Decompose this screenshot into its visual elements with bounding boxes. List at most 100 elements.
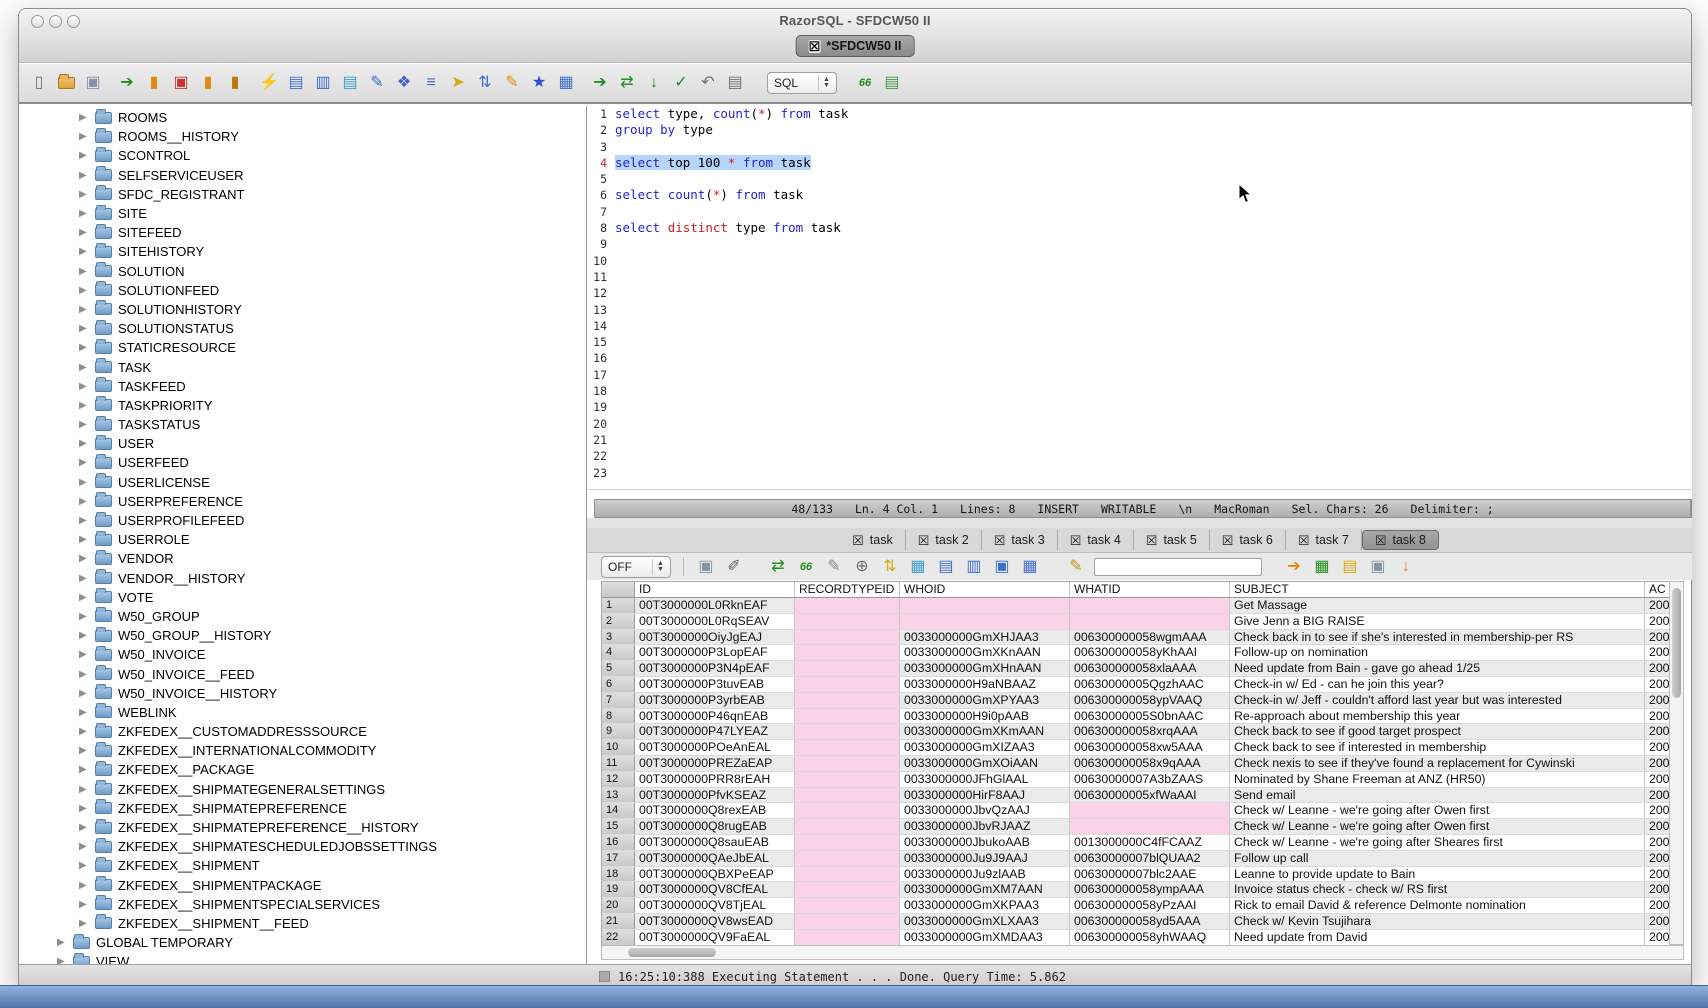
- sql-editor[interactable]: 1select type, count(*) from task2group b…: [587, 106, 1692, 489]
- disclosure-triangle-icon[interactable]: ▶: [79, 630, 89, 641]
- table-row[interactable]: 1500T3000000Q8rugEAB0033000000JbvRJAAZCh…: [602, 819, 1669, 835]
- refresh-doc-icon[interactable]: ▤: [340, 73, 360, 93]
- tree-item-zkfedex__shipmatepreference__history[interactable]: ▶ZKFEDEX__SHIPMATEPREFERENCE__HISTORY: [21, 818, 584, 837]
- copy-rows-icon[interactable]: ▣: [992, 557, 1012, 577]
- table-row[interactable]: 1600T3000000Q8sauEAB0033000000JbukoAAB00…: [602, 835, 1669, 851]
- tree-item-solutionstatus[interactable]: ▶SOLUTIONSTATUS: [21, 319, 584, 338]
- table-row[interactable]: 1100T3000000PREZaEAP0033000000GmXOiAAN00…: [602, 756, 1669, 772]
- execute-lightning-icon[interactable]: ⚡: [259, 73, 279, 93]
- column-header-subject[interactable]: SUBJECT: [1230, 582, 1645, 597]
- quotes-66-icon[interactable]: 66: [855, 73, 875, 93]
- edit-arrow-icon[interactable]: ✎: [824, 557, 844, 577]
- tab-close-icon[interactable]: ☒: [918, 534, 930, 547]
- result-tab-task-3[interactable]: ☒task 3: [982, 530, 1058, 550]
- tree-item-weblink[interactable]: ▶WEBLINK: [21, 703, 584, 722]
- disclosure-triangle-icon[interactable]: ▶: [79, 553, 89, 564]
- limit-select[interactable]: OFF ▲▼: [601, 556, 671, 578]
- disclosure-triangle-icon[interactable]: ▶: [79, 438, 89, 449]
- tree-item-userfeed[interactable]: ▶USERFEED: [21, 453, 584, 472]
- table-row[interactable]: 1800T3000000QBXPeEAP0033000000Ju9zlAAB00…: [602, 867, 1669, 883]
- export-down-icon[interactable]: ↓: [1396, 557, 1416, 577]
- tree-item-taskstatus[interactable]: ▶TASKSTATUS: [21, 415, 584, 434]
- column-header-id[interactable]: ID: [635, 582, 795, 597]
- go-next-icon[interactable]: ➔: [590, 73, 610, 93]
- tree-item-rooms[interactable]: ▶ROOMS: [21, 108, 584, 127]
- disclosure-triangle-icon[interactable]: ▶: [79, 745, 89, 756]
- tree-item-zkfedex__shipmentspecialservices[interactable]: ▶ZKFEDEX__SHIPMENTSPECIALSERVICES: [21, 895, 584, 914]
- document-tab[interactable]: ☒ *SFDCW50 II: [796, 35, 915, 57]
- disclosure-triangle-icon[interactable]: ▶: [79, 189, 89, 200]
- disclosure-triangle-icon[interactable]: ▶: [79, 112, 89, 123]
- column-header-whoid[interactable]: WHOID: [900, 582, 1070, 597]
- disclosure-triangle-icon[interactable]: ▶: [79, 611, 89, 622]
- tree-item-w50_invoice[interactable]: ▶W50_INVOICE: [21, 645, 584, 664]
- tree-item-global-temporary[interactable]: ▶GLOBAL TEMPORARY: [21, 933, 584, 952]
- tree-item-sitehistory[interactable]: ▶SITEHISTORY: [21, 242, 584, 261]
- tree-item-zkfedex__customaddresssource[interactable]: ▶ZKFEDEX__CUSTOMADDRESSSOURCE: [21, 722, 584, 741]
- result-tab-task-2[interactable]: ☒task 2: [906, 530, 982, 550]
- tree-item-user[interactable]: ▶USER: [21, 434, 584, 453]
- hscroll-thumb[interactable]: [628, 948, 716, 957]
- note-add-icon[interactable]: ▤: [1340, 557, 1360, 577]
- disclosure-triangle-icon[interactable]: ▶: [79, 150, 89, 161]
- result-tab-task-5[interactable]: ☒task 5: [1134, 530, 1210, 550]
- disclosure-triangle-icon[interactable]: ▶: [79, 726, 89, 737]
- tab-close-icon[interactable]: ☒: [809, 40, 821, 53]
- tree-item-zkfedex__shipment[interactable]: ▶ZKFEDEX__SHIPMENT: [21, 856, 584, 875]
- tab-close-icon[interactable]: ☒: [1298, 534, 1310, 547]
- column-header-whatid[interactable]: WHATID: [1070, 582, 1230, 597]
- edit-doc-icon[interactable]: ✎: [367, 73, 387, 93]
- tree-item-w50_group[interactable]: ▶W50_GROUP: [21, 607, 584, 626]
- undo-icon[interactable]: ↶: [698, 73, 718, 93]
- row-number-header[interactable]: [602, 582, 635, 597]
- tree-item-w50_group__history[interactable]: ▶W50_GROUP__HISTORY: [21, 626, 584, 645]
- tree-item-vendor[interactable]: ▶VENDOR: [21, 549, 584, 568]
- disclosure-triangle-icon[interactable]: ▶: [79, 323, 89, 334]
- tree-item-vote[interactable]: ▶VOTE: [21, 588, 584, 607]
- tree-item-w50_invoice__feed[interactable]: ▶W50_INVOICE__FEED: [21, 664, 584, 683]
- column-header-ac[interactable]: AC: [1645, 582, 1670, 597]
- tree-item-zkfedex__shipment__feed[interactable]: ▶ZKFEDEX__SHIPMENT__FEED: [21, 914, 584, 933]
- describe-hand-icon[interactable]: ➤: [448, 73, 468, 93]
- disclosure-triangle-icon[interactable]: ▶: [79, 649, 89, 660]
- log-doc-icon[interactable]: ▤: [725, 73, 745, 93]
- disclosure-triangle-icon[interactable]: ▶: [79, 457, 89, 468]
- save-icon[interactable]: ▣: [83, 73, 103, 93]
- tab-close-icon[interactable]: ☒: [994, 534, 1006, 547]
- refresh-results-icon[interactable]: ⇄: [768, 557, 788, 577]
- grid-vscrollbar[interactable]: [1669, 581, 1684, 945]
- table-row[interactable]: 1000T3000000POeAnEAL0033000000GmXIZAA300…: [602, 740, 1669, 756]
- disclosure-triangle-icon[interactable]: ▶: [79, 573, 89, 584]
- tab-close-icon[interactable]: ☒: [1222, 534, 1234, 547]
- disclosure-triangle-icon[interactable]: ▶: [57, 956, 67, 964]
- disclosure-triangle-icon[interactable]: ▶: [79, 477, 89, 488]
- tree-item-zkfedex__shipmatescheduledjobssettings[interactable]: ▶ZKFEDEX__SHIPMATESCHEDULEDJOBSSETTINGS: [21, 837, 584, 856]
- vscroll-thumb[interactable]: [1672, 588, 1681, 698]
- results-search-input[interactable]: [1094, 558, 1262, 576]
- tree-item-userrole[interactable]: ▶USERROLE: [21, 530, 584, 549]
- disclosure-triangle-icon[interactable]: ▶: [79, 246, 89, 257]
- download-icon[interactable]: ↓: [644, 73, 664, 93]
- disclosure-triangle-icon[interactable]: ▶: [79, 860, 89, 871]
- db-insert-icon[interactable]: ▮: [144, 73, 164, 93]
- table-row[interactable]: 2000T3000000QV8TjEAL0033000000GmXKPAA300…: [602, 898, 1669, 914]
- checklist-icon[interactable]: ▤: [286, 73, 306, 93]
- tree-item-zkfedex__internationalcommodity[interactable]: ▶ZKFEDEX__INTERNATIONALCOMMODITY: [21, 741, 584, 760]
- tree-item-taskfeed[interactable]: ▶TASKFEED: [21, 377, 584, 396]
- disclosure-triangle-icon[interactable]: ▶: [79, 669, 89, 680]
- export-doc-icon[interactable]: ▥: [313, 73, 333, 93]
- table-refresh-icon[interactable]: ▦: [908, 557, 928, 577]
- result-tab-task-7[interactable]: ☒task 7: [1286, 530, 1362, 550]
- tree-item-sitefeed[interactable]: ▶SITEFEED: [21, 223, 584, 242]
- compare-icon[interactable]: ≡: [421, 73, 441, 93]
- disclosure-triangle-icon[interactable]: ▶: [79, 131, 89, 142]
- splitter[interactable]: [587, 518, 1692, 528]
- table-row[interactable]: 600T3000000P3tuvEAB0033000000H9aNBAAZ006…: [602, 677, 1669, 693]
- tab-close-icon[interactable]: ☒: [852, 534, 864, 547]
- disclosure-triangle-icon[interactable]: ▶: [79, 381, 89, 392]
- result-tab-task[interactable]: ☒task: [840, 530, 906, 550]
- disclosure-triangle-icon[interactable]: ▶: [79, 707, 89, 718]
- tab-close-icon[interactable]: ☒: [1070, 534, 1082, 547]
- commit-check-icon[interactable]: ✓: [671, 73, 691, 93]
- result-tab-task-6[interactable]: ☒task 6: [1210, 530, 1286, 550]
